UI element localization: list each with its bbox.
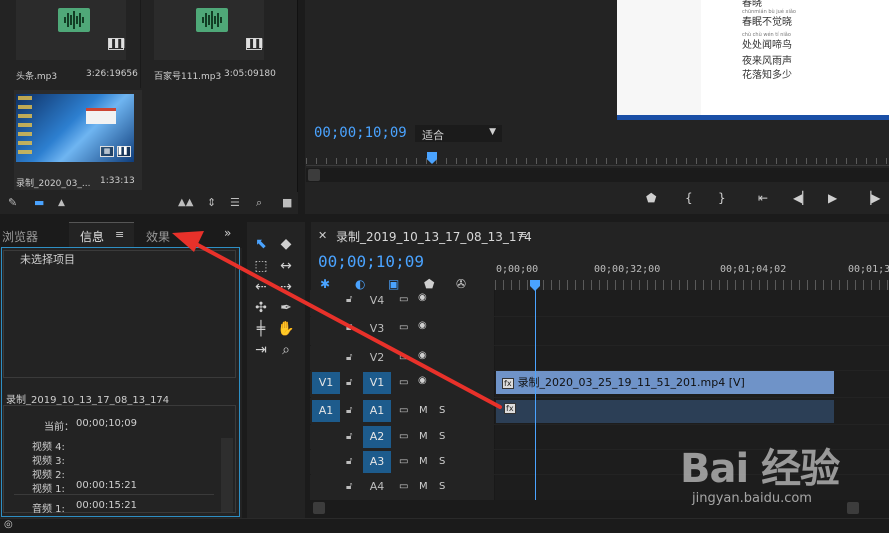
- watermark-url: jingyan.baidu.com: [692, 491, 812, 506]
- watermark: Bai 经验 jingyan.baidu.com: [672, 434, 888, 514]
- watermark-logo: Bai 经验: [680, 446, 840, 492]
